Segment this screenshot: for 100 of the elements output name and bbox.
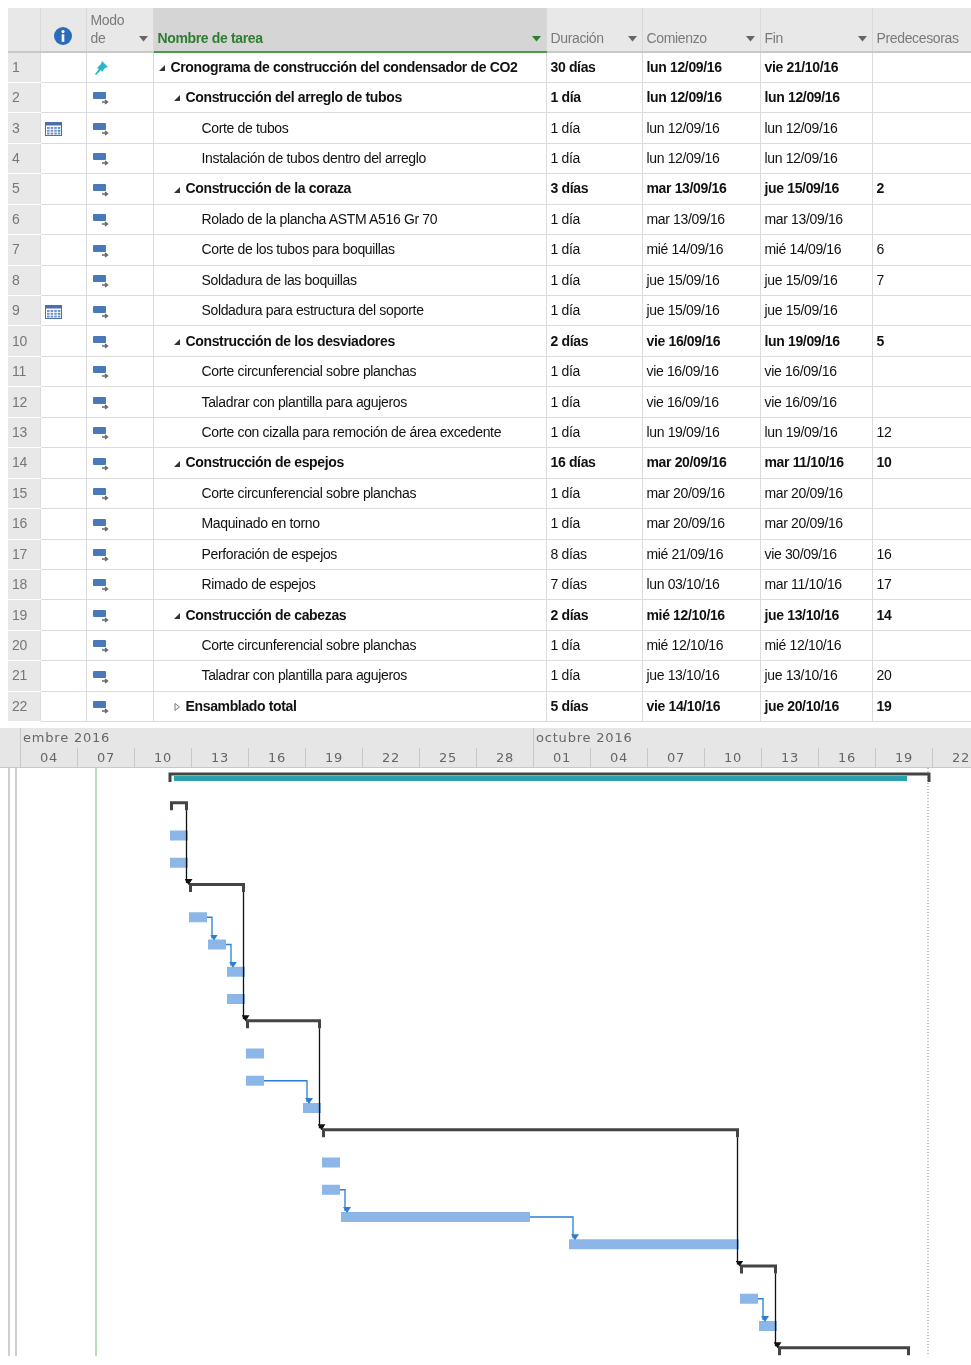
start-date-cell: jue 13/10/16 (642, 660, 760, 692)
start-date-cell: mar 20/09/16 (642, 447, 760, 479)
duration-cell: 1 día (546, 295, 642, 326)
task-bar[interactable] (303, 1103, 321, 1114)
row-number: 11 (8, 356, 40, 387)
dependency-arrow (206, 916, 218, 941)
duration-cell: 1 día (546, 417, 642, 448)
task-bar[interactable] (759, 1321, 777, 1332)
finish-date-cell: mar 20/09/16 (760, 508, 872, 539)
day-label: 04 (20, 748, 77, 768)
task-name: Soldadura de las boquillas (201, 271, 357, 288)
column-header[interactable]: Predecesoras (872, 8, 971, 52)
dependency-arrow (529, 1216, 579, 1241)
task-name: Corte circunferencial sobre planchas (201, 363, 417, 380)
task-name: Construcción de espejos (185, 454, 344, 471)
task-name: Construcción de los desviadores (185, 332, 395, 349)
task-bar[interactable] (227, 966, 245, 977)
duration-cell: 1 día (546, 630, 642, 661)
row-number: 9 (8, 295, 40, 326)
row-number: 4 (8, 143, 40, 174)
finish-date-cell: jue 15/09/16 (760, 265, 872, 296)
row-number: 3 (8, 112, 40, 144)
row-number: 2 (8, 82, 40, 113)
row-number: 13 (8, 417, 40, 448)
task-bar[interactable] (170, 830, 188, 841)
day-label: 07 (647, 748, 704, 768)
duration-cell: 7 días (546, 569, 642, 600)
task-name: Rolado de la plancha ASTM A516 Gr 70 (201, 210, 438, 227)
start-date-cell: vie 16/09/16 (642, 356, 760, 387)
finish-date-cell: jue 20/10/16 (760, 691, 872, 722)
finish-date-cell: vie 30/09/16 (760, 539, 872, 570)
start-date-cell: lun 12/09/16 (642, 112, 760, 144)
predecessor-cell: 20 (872, 660, 971, 692)
task-name: Construcción de la coraza (185, 180, 352, 197)
column-header[interactable]: Fin (760, 8, 872, 52)
predecessor-cell: 19 (872, 691, 971, 722)
row-number: 17 (8, 539, 40, 570)
duration-cell: 1 día (546, 112, 642, 144)
start-date-cell: mar 13/09/16 (642, 173, 760, 205)
row-number: 20 (8, 630, 40, 661)
task-name: Corte circunferencial sobre planchas (201, 484, 417, 501)
finish-date-cell: jue 13/10/16 (760, 599, 872, 631)
duration-cell: 1 día (546, 265, 642, 296)
task-name: Construcción del arreglo de tubos (185, 89, 402, 106)
dependency-arrow (339, 1189, 351, 1214)
task-bar[interactable] (170, 857, 188, 868)
finish-date-cell: mar 11/10/16 (760, 447, 872, 479)
task-name: Taladrar con plantilla para agujeros (201, 393, 407, 410)
day-label: 22 (362, 748, 419, 768)
predecessor-cell: 12 (872, 417, 971, 448)
duration-cell: 3 días (546, 173, 642, 205)
start-date-cell: lun 19/09/16 (642, 417, 760, 448)
finish-date-cell: mié 12/10/16 (760, 630, 872, 661)
summary-bar[interactable] (170, 801, 188, 811)
duration-cell: 1 día (546, 204, 642, 235)
start-date-cell: vie 16/09/16 (642, 386, 760, 418)
summary-bar[interactable] (740, 1264, 777, 1274)
finish-date-cell: lun 19/09/16 (760, 325, 872, 357)
row-number: 7 (8, 234, 40, 266)
summary-bar[interactable] (246, 1019, 321, 1029)
start-date-cell: mar 20/09/16 (642, 478, 760, 509)
row-number: 15 (8, 478, 40, 509)
duration-cell: 1 día (546, 356, 642, 387)
row-number: 10 (8, 325, 40, 357)
task-name: Corte de los tubos para boquillas (201, 241, 395, 258)
finish-date-cell: lun 12/09/16 (760, 112, 872, 144)
row-number: 16 (8, 508, 40, 539)
predecessor-cell: 17 (872, 569, 971, 600)
duration-cell: 30 días (546, 52, 642, 83)
finish-date-cell: lun 12/09/16 (760, 82, 872, 113)
day-label: 16 (248, 748, 305, 768)
predecessor-cell: 14 (872, 599, 971, 631)
column-header[interactable]: Duración (546, 8, 642, 52)
column-header[interactable]: Nombre de tarea (153, 8, 546, 52)
column-header[interactable]: Modo de (86, 8, 153, 52)
duration-cell: 8 días (546, 539, 642, 570)
dependency-arrow (757, 1298, 769, 1323)
predecessor-cell: 16 (872, 539, 971, 570)
summary-bar[interactable] (778, 1346, 910, 1356)
summary-bar[interactable] (189, 883, 245, 893)
duration-cell: 1 día (546, 386, 642, 418)
day-label: 13 (191, 748, 248, 768)
duration-cell: 1 día (546, 478, 642, 509)
task-bar[interactable] (227, 994, 245, 1005)
day-label: 10 (134, 748, 191, 768)
start-date-cell: jue 15/09/16 (642, 265, 760, 296)
summary-bracket[interactable] (168, 772, 931, 783)
row-number: 5 (8, 173, 40, 205)
start-date-cell: lun 12/09/16 (642, 52, 760, 83)
day-label: 07 (77, 748, 134, 768)
summary-bar[interactable] (322, 1128, 739, 1138)
task-name: Ensamblado total (185, 697, 297, 714)
start-date-cell: mar 13/09/16 (642, 204, 760, 235)
dependency-arrow (263, 1080, 313, 1105)
row-number: 22 (8, 691, 40, 722)
finish-date-cell: jue 13/10/16 (760, 660, 872, 692)
predecessor-cell: 5 (872, 325, 971, 357)
start-date-cell: mié 12/10/16 (642, 599, 760, 631)
task-name: Instalación de tubos dentro del arreglo (201, 150, 426, 167)
column-header[interactable]: Comienzo (642, 8, 760, 52)
